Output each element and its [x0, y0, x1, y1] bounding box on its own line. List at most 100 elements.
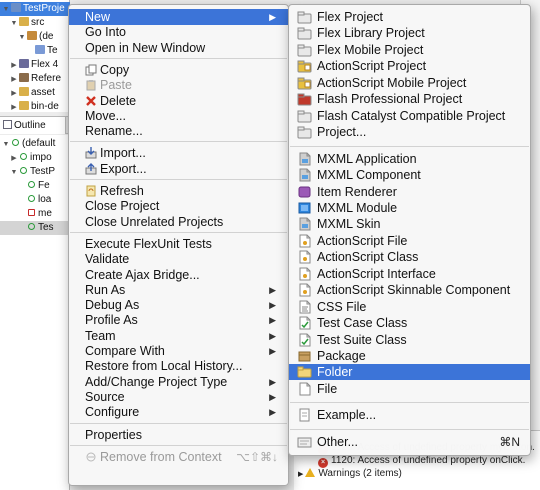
new-item-test-case-class[interactable]: Test Case Class: [289, 315, 530, 331]
menu-item-team[interactable]: Team ▶: [69, 328, 288, 344]
new-item-actionscript-class[interactable]: ActionScript Class: [289, 249, 530, 265]
menu-item-close-project[interactable]: Close Project: [69, 198, 288, 214]
problem-row[interactable]: ▶ Warnings (2 items): [298, 467, 402, 480]
menu-item-create-ajax-bridge[interactable]: Create Ajax Bridge...: [69, 267, 288, 283]
tree-item[interactable]: ▼ TestProje: [0, 2, 70, 16]
new-item-item-renderer[interactable]: Item Renderer: [289, 184, 530, 200]
mxml-module-icon: [297, 201, 313, 215]
menu-item-import[interactable]: Import...: [69, 145, 288, 161]
new-item-css-file[interactable]: CSS File: [289, 299, 530, 315]
file-icon: [297, 382, 313, 396]
tree-item[interactable]: ▼ (de: [0, 30, 70, 44]
menu-item-rename[interactable]: Rename...: [69, 123, 288, 139]
menu-item-profile-as[interactable]: Profile As ▶: [69, 312, 288, 328]
menu-item-validate[interactable]: Validate: [69, 251, 288, 267]
menu-item-add-change-project-type[interactable]: Add/Change Project Type ▶: [69, 374, 288, 390]
outline-tab-label: Outline: [14, 120, 46, 131]
new-item-flex-mobile-project[interactable]: Flex Mobile Project: [289, 42, 530, 58]
project-icon: [297, 125, 313, 139]
tree-item[interactable]: ▶ bin-de: [0, 100, 70, 114]
tree-item[interactable]: ▶ Flex 4: [0, 58, 70, 72]
project-context-menu: New ▶ Go Into Open in New Window Copy Paste De…: [68, 4, 289, 486]
actionscript-mobile-project-icon: [297, 76, 313, 90]
new-item-package[interactable]: Package: [289, 348, 530, 364]
menu-item-export[interactable]: Export...: [69, 161, 288, 177]
outline-item[interactable]: ▶ impo: [0, 151, 70, 165]
package-icon: [12, 139, 19, 146]
new-item-actionscript-file[interactable]: ActionScript File: [289, 233, 530, 249]
twisty-icon[interactable]: ▼: [10, 166, 18, 179]
menu-item-open-in-new-window[interactable]: Open in New Window: [69, 40, 288, 56]
menu-item-label: ActionScript Project: [317, 59, 427, 74]
outline-item[interactable]: me: [0, 207, 70, 221]
tree-item[interactable]: ▶ asset: [0, 86, 70, 100]
new-item-example[interactable]: Example...: [289, 407, 530, 423]
outline-item[interactable]: Fe: [0, 179, 70, 193]
menu-item-go-into[interactable]: Go Into: [69, 24, 288, 40]
menu-item-delete[interactable]: Delete: [69, 93, 288, 109]
outline-item[interactable]: ▼ (default: [0, 137, 70, 151]
new-item-actionscript-skinnable-component[interactable]: ActionScript Skinnable Component: [289, 282, 530, 298]
import-icon: [85, 147, 97, 159]
menu-item-new[interactable]: New ▶: [69, 9, 288, 25]
menu-item-close-unrelated-projects[interactable]: Close Unrelated Projects: [69, 214, 288, 230]
new-item-file[interactable]: File: [289, 381, 530, 397]
member-icon: [28, 209, 35, 216]
menu-item-properties[interactable]: Properties: [69, 427, 288, 443]
menu-item-configure[interactable]: Configure ▶: [69, 404, 288, 420]
menu-item-refresh[interactable]: Refresh: [69, 183, 288, 199]
outline-item[interactable]: ▼ TestP: [0, 165, 70, 179]
twisty-icon[interactable]: ▶: [10, 101, 18, 114]
menu-item-label: Properties: [85, 427, 142, 442]
new-item-actionscript-project[interactable]: ActionScript Project: [289, 58, 530, 74]
new-item-actionscript-mobile-project[interactable]: ActionScript Mobile Project: [289, 75, 530, 91]
menu-item-debug-as[interactable]: Debug As ▶: [69, 297, 288, 313]
new-item-mxml-application[interactable]: MXML Application: [289, 151, 530, 167]
menu-item-copy[interactable]: Copy: [69, 62, 288, 78]
twisty-icon[interactable]: ▼: [10, 17, 18, 30]
twisty-icon[interactable]: ▶: [298, 471, 305, 478]
outline-item[interactable]: loa: [0, 193, 70, 207]
twisty-icon[interactable]: ▼: [2, 3, 10, 16]
new-item-mxml-skin[interactable]: MXML Skin: [289, 216, 530, 232]
menu-item-label: Delete: [100, 93, 137, 108]
tree-item[interactable]: ▶ Refere: [0, 72, 70, 86]
new-item-mxml-component[interactable]: MXML Component: [289, 167, 530, 183]
new-item-flex-library-project[interactable]: Flex Library Project: [289, 25, 530, 41]
new-item-folder[interactable]: Folder: [289, 364, 530, 381]
menu-item-label: Restore from Local History...: [85, 359, 243, 374]
tree-item-label: src: [31, 17, 45, 28]
menu-item-label: Import...: [100, 146, 146, 161]
twisty-icon[interactable]: ▶: [10, 87, 18, 100]
tree-node-icon: [19, 59, 29, 68]
tree-item[interactable]: ▼ src: [0, 16, 70, 30]
menu-item-execute-flexunit-tests[interactable]: Execute FlexUnit Tests: [69, 236, 288, 252]
submenu-arrow-icon: ▶: [269, 300, 276, 311]
new-item-flex-project[interactable]: Flex Project: [289, 9, 530, 25]
menu-item-run-as[interactable]: Run As ▶: [69, 282, 288, 298]
twisty-icon[interactable]: ▼: [2, 138, 10, 151]
menu-item-move[interactable]: Move...: [69, 108, 288, 124]
new-item-flash-catalyst-compatible-project[interactable]: Flash Catalyst Compatible Project: [289, 108, 530, 124]
twisty-icon[interactable]: ▶: [10, 59, 18, 72]
member-icon: [20, 167, 27, 174]
menu-item-source[interactable]: Source ▶: [69, 389, 288, 405]
new-item-other[interactable]: Other... ⌘N: [289, 434, 530, 450]
menu-item-label: CSS File: [317, 299, 367, 314]
mxml-component-icon: [297, 168, 313, 182]
outline-item[interactable]: Tes: [0, 221, 70, 235]
member-icon: [28, 223, 35, 230]
twisty-icon[interactable]: ▼: [18, 31, 26, 44]
new-item-actionscript-interface[interactable]: ActionScript Interface: [289, 266, 530, 282]
tab-outline[interactable]: Outline: [0, 117, 66, 134]
new-item-mxml-module[interactable]: MXML Module: [289, 200, 530, 216]
new-submenu: Flex Project Flex Library Project Flex Mob…: [288, 4, 531, 456]
twisty-icon[interactable]: ▶: [10, 152, 18, 165]
new-item-project[interactable]: Project...: [289, 124, 530, 140]
new-item-test-suite-class[interactable]: Test Suite Class: [289, 332, 530, 348]
menu-item-compare-with[interactable]: Compare With ▶: [69, 343, 288, 359]
twisty-icon[interactable]: ▶: [10, 73, 18, 86]
tree-item[interactable]: Te: [0, 44, 70, 58]
menu-item-restore-from-local-history[interactable]: Restore from Local History...: [69, 358, 288, 374]
new-item-flash-professional-project[interactable]: Flash Professional Project: [289, 91, 530, 107]
